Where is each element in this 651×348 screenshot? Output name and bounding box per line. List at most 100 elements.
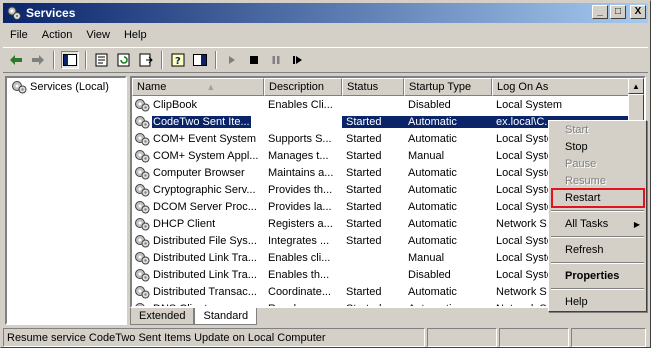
refresh-button[interactable] [115,51,133,69]
cell-status: Started [346,166,382,179]
pause-service-button[interactable] [267,51,285,69]
menu-separator [551,262,644,264]
cell-name: COM+ System Appl... [132,149,264,163]
service-gear-icon [135,234,150,247]
tree-item-label: Services (Local) [30,81,109,93]
window-title: Services [26,6,76,20]
service-gear-icon [135,115,150,128]
menu-action[interactable]: Action [35,29,80,41]
export-list-button[interactable] [137,51,155,69]
service-gear-icon [135,217,150,230]
context-menu-properties[interactable]: Properties [565,270,619,282]
services-window: Services _ □ X File Action View Help ? S… [0,0,651,348]
forward-button[interactable] [29,51,47,69]
cell-name: DHCP Client [132,217,264,231]
cell-description: Integrates ... [268,234,330,247]
export-list-icon [139,53,153,67]
context-menu-resume[interactable]: Resume [565,175,606,187]
cell-description: Enables cli... [268,251,331,264]
restart-service-icon [293,56,302,64]
service-name: CodeTwo Sent Ite... [151,114,252,129]
cell-startup-type: Automatic [404,303,492,307]
cell-startup-type: Manual [408,251,445,264]
help-button[interactable]: ? [169,51,187,69]
service-name: DHCP Client [153,217,216,230]
service-gear-icon [135,285,150,298]
context-menu-help[interactable]: Help [565,296,588,308]
tab-standard[interactable]: Standard [194,308,258,325]
cell-description: Enables Cli... [268,98,333,111]
service-name: Distributed Link Tra... [153,268,257,281]
show-hide-tree-icon [63,54,77,66]
help-icon: ? [171,53,185,67]
column-header-startup-type[interactable]: Startup Type [404,78,492,96]
minimize-button[interactable]: _ [592,5,608,19]
menu-view[interactable]: View [79,29,117,41]
view-tabs: Extended Standard [130,308,258,326]
cell-startup-type: Automatic [408,285,457,298]
cell-name: Cryptographic Serv... [132,183,264,197]
cell-description: Resolves a... [264,303,342,307]
menu-view-label: View [86,29,110,41]
cell-description: Provides th... [268,183,333,196]
context-menu-stop[interactable]: Stop [565,141,588,153]
status-text-panel: Resume service CodeTwo Sent Items Update… [3,328,425,347]
back-arrow-icon [10,55,22,65]
stop-service-icon [250,56,258,64]
column-header-log-on-as[interactable]: Log On As [492,78,632,96]
back-button[interactable] [7,51,25,69]
column-header-name[interactable]: Name ▲ [132,78,264,96]
service-name: ClipBook [153,98,198,111]
show-hide-tree-button[interactable] [61,51,79,69]
cell-description: Maintains a... [268,166,334,179]
menu-help[interactable]: Help [117,29,154,41]
cell-description: Coordinate... [268,285,331,298]
table-row[interactable]: ClipBook Enables Cli... Disabled Local Syst… [132,96,632,113]
column-header-label: Log On As [497,81,549,93]
context-menu-pause[interactable]: Pause [565,158,596,170]
cell-status: Started [342,303,404,307]
start-service-button[interactable] [223,51,241,69]
cell-startup-type: Automatic [408,234,457,247]
service-gear-icon [135,251,150,264]
stop-service-button[interactable] [245,51,263,69]
service-name: Distributed Transac... [153,285,257,298]
service-gear-icon [135,200,150,213]
cell-startup-type: Disabled [408,268,451,281]
cell-status: Started [346,183,382,196]
cell-status: Started [346,149,382,162]
tab-label: Extended [139,310,186,322]
tab-label: Standard [203,310,249,322]
restart-service-button[interactable] [289,51,307,69]
show-hide-pane-button[interactable] [191,51,209,69]
context-menu-start[interactable]: Start [565,124,588,136]
tree-item-services-local[interactable]: Services (Local) [11,80,109,94]
menu-bar: File Action View Help [3,25,154,45]
sort-ascending-icon: ▲ [206,82,216,92]
cell-name: Distributed Link Tra... [132,251,264,265]
column-header-label: Name [137,81,167,93]
context-menu-all-tasks[interactable]: All Tasks [565,218,608,230]
window-controls: _ □ X [592,5,646,19]
service-gear-icon [135,149,150,162]
menu-separator [551,236,644,238]
context-menu-refresh[interactable]: Refresh [565,244,604,256]
menu-file[interactable]: File [3,29,35,41]
scroll-up-button[interactable]: ▲ [628,78,644,94]
column-header-description[interactable]: Description [264,78,342,96]
status-bar: Resume service CodeTwo Sent Items Update… [3,328,648,347]
cell-name: Distributed Link Tra... [132,268,264,282]
maximize-button[interactable]: □ [610,5,626,19]
tab-extended[interactable]: Extended [130,308,195,325]
column-header-status[interactable]: Status [342,78,404,96]
properties-button[interactable] [93,51,111,69]
status-text: Resume service CodeTwo Sent Items Update… [7,331,326,344]
service-name: Computer Browser [153,166,245,179]
close-button[interactable]: X [630,5,646,19]
title-bar[interactable]: Services _ □ X [3,3,648,23]
toolbar-separator [85,51,87,69]
cell-startup-type: Automatic [408,183,457,196]
status-panel-3 [499,328,569,347]
status-panel-2 [427,328,497,347]
service-name: Distributed Link Tra... [153,251,257,264]
